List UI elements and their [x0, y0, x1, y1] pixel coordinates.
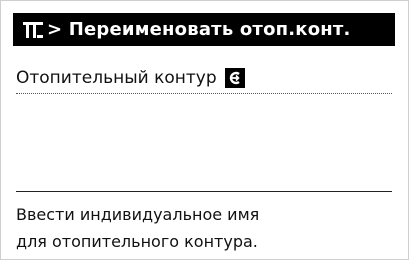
heating-circuit-name-field[interactable]: Отопительный контур	[16, 63, 392, 94]
display-frame: > Переименовать отоп.конт. Отопительный …	[0, 0, 409, 260]
help-line-1: Ввести индивидуальное имя	[16, 205, 260, 224]
help-line-2: для отопительного контура.	[16, 232, 258, 251]
help-text: Ввести индивидуальное имя для отопительн…	[16, 201, 392, 255]
edit-text-icon[interactable]	[224, 68, 245, 88]
divider	[16, 191, 392, 192]
title-bar: > Переименовать отоп.конт.	[13, 13, 395, 46]
heating-circuit-menu-icon[interactable]	[19, 17, 47, 43]
page-title: > Переименовать отоп.конт.	[47, 19, 351, 40]
field-label: Отопительный контур	[16, 68, 217, 88]
